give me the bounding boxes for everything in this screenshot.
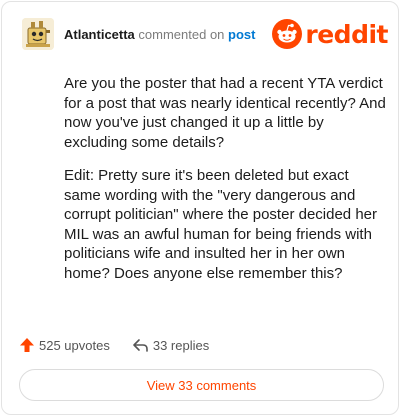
comment-paragraph: Edit: Pretty sure it's been deleted but …: [64, 167, 378, 282]
comment-header: Atlanticetta commented on post reddit: [22, 18, 388, 52]
reddit-wordmark: reddit: [305, 19, 388, 49]
upvote-count: 525 upvotes: [39, 337, 110, 353]
comment-body: Are you the poster that had a recent YTA…: [64, 74, 386, 297]
reddit-snoo-icon: [272, 19, 303, 49]
replies-button[interactable]: 33 replies: [132, 337, 209, 353]
upvote-button[interactable]: 525 upvotes: [19, 337, 110, 353]
view-comments-button[interactable]: View 33 comments: [19, 369, 384, 401]
reply-arrow-icon: [133, 339, 148, 352]
comment-card: Atlanticetta commented on post reddit Ar…: [1, 1, 399, 415]
username-link[interactable]: Atlanticetta: [64, 27, 135, 42]
comment-actions: 525 upvotes 33 replies: [19, 335, 231, 355]
upvote-arrow-icon: [20, 338, 34, 352]
commented-on-text: commented on: [138, 27, 225, 42]
reply-count: 33 replies: [152, 337, 210, 353]
reddit-logo[interactable]: reddit: [272, 18, 388, 50]
comment-paragraph: Are you the poster that had a recent YTA…: [64, 75, 386, 151]
post-link[interactable]: post: [228, 27, 255, 42]
comment-byline: Atlanticetta commented on post: [64, 27, 256, 43]
snoo-avatar-icon[interactable]: [22, 18, 54, 50]
